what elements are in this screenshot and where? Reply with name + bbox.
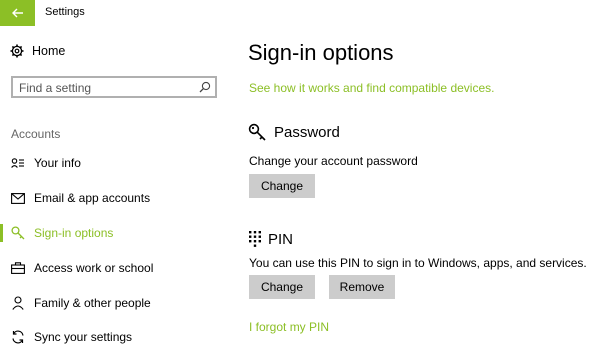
- sidebar-item-sign-in-options[interactable]: Sign-in options: [0, 220, 232, 246]
- devices-link[interactable]: See how it works and find compatible dev…: [249, 81, 494, 95]
- home-label: Home: [32, 44, 66, 58]
- search-input[interactable]: Find a setting: [11, 76, 217, 98]
- password-section-header: Password: [248, 123, 340, 141]
- keypad-icon: [249, 231, 261, 247]
- sidebar-item-label: Email & app accounts: [34, 191, 151, 205]
- password-description: Change your account password: [249, 154, 418, 168]
- search-icon[interactable]: [199, 81, 211, 93]
- remove-pin-button[interactable]: Remove: [329, 275, 395, 299]
- sidebar-item-sync-settings[interactable]: Sync your settings: [0, 324, 232, 350]
- key-icon: [248, 123, 266, 141]
- sidebar-item-label: Access work or school: [34, 261, 154, 275]
- contact-icon: [10, 155, 26, 171]
- home-link[interactable]: Home: [10, 44, 65, 58]
- sidebar-item-label: Family & other people: [34, 296, 151, 310]
- password-header: Password: [274, 123, 340, 141]
- title-bar: Settings: [0, 0, 600, 26]
- change-password-button[interactable]: Change: [249, 174, 315, 198]
- sidebar-item-label: Sign-in options: [34, 226, 114, 240]
- main-content: Sign-in options See how it works and fin…: [248, 26, 600, 361]
- change-pin-button[interactable]: Change: [249, 275, 315, 299]
- back-arrow-icon: [11, 8, 23, 18]
- section-label-accounts: Accounts: [11, 127, 61, 141]
- pin-section-header: PIN: [248, 230, 293, 248]
- forgot-pin-link[interactable]: I forgot my PIN: [249, 320, 329, 334]
- person-icon: [10, 295, 26, 311]
- pin-header: PIN: [268, 230, 294, 248]
- page-title: Sign-in options: [248, 40, 394, 65]
- sidebar-item-label: Your info: [34, 156, 81, 170]
- sidebar: Home Find a setting Accounts Your info E…: [0, 26, 232, 361]
- back-button[interactable]: [0, 0, 35, 26]
- gear-icon: [10, 44, 24, 58]
- sidebar-item-email-accounts[interactable]: Email & app accounts: [0, 185, 232, 211]
- sync-icon: [10, 329, 26, 345]
- sidebar-item-work-school[interactable]: Access work or school: [0, 255, 232, 281]
- email-icon: [10, 190, 26, 206]
- sidebar-item-family-people[interactable]: Family & other people: [0, 290, 232, 316]
- briefcase-icon: [10, 260, 26, 276]
- key-icon: [10, 225, 26, 241]
- sidebar-item-your-info[interactable]: Your info: [0, 150, 232, 176]
- pin-description: You can use this PIN to sign in to Windo…: [249, 256, 587, 270]
- sidebar-item-label: Sync your settings: [34, 330, 133, 344]
- window-title: Settings: [45, 6, 85, 18]
- search-placeholder: Find a setting: [19, 81, 92, 95]
